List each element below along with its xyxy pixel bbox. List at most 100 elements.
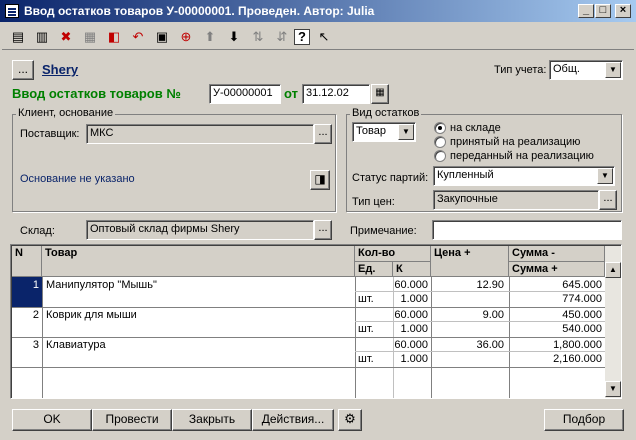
row-k[interactable]: 1.000 [393,352,431,366]
help-icon[interactable]: ? [294,29,310,45]
client-group-title: Клиент, основание [16,107,116,119]
window-title: Ввод остатков товаров У-00000001. Провед… [24,4,375,18]
status-dropdown-icon[interactable]: ▼ [597,168,613,184]
items-table[interactable]: N Товар Кол-во Ед. К Цена + Сумма - Сумм… [10,244,622,399]
scroll-down-icon[interactable]: ▼ [605,381,621,397]
row-price[interactable]: 9.00 [431,308,507,322]
price-type-field[interactable]: Закупочные [433,190,599,210]
move-down-icon[interactable]: ⬇ [224,27,244,47]
row-unit[interactable]: шт. [355,292,393,306]
row-qty[interactable]: 60.000 [355,308,431,322]
radio-accepted[interactable] [434,136,446,148]
row-qty[interactable]: 60.000 [355,278,431,292]
select-firm-button[interactable]: ... [12,60,34,80]
delete-row-icon[interactable]: ✖ [56,27,76,47]
maximize-button[interactable]: □ [595,4,611,18]
undo-icon[interactable]: ↶ [128,27,148,47]
row-divider [12,367,605,368]
row-sum-plus[interactable]: 2,160.000 [509,352,605,366]
supplier-label: Поставщик: [20,128,80,140]
note-input[interactable] [432,220,622,240]
col-header-price[interactable]: Цена + [431,246,509,277]
new-row-icon[interactable]: ▤ [8,27,28,47]
sort-desc-icon[interactable]: ⇵ [272,27,292,47]
col-header-n[interactable]: N [12,246,42,277]
settings-icon[interactable]: ⚙ [338,409,362,431]
row-sum-minus[interactable]: 645.000 [509,278,605,292]
title-bar[interactable]: Ввод остатков товаров У-00000001. Провед… [0,0,636,22]
row-number: 3 [32,339,39,351]
col-header-sum-minus[interactable]: Сумма - [509,246,605,262]
col-header-qty[interactable]: Кол-во [355,246,431,262]
close-button[interactable]: × [615,4,631,18]
row-sum-plus[interactable]: 540.000 [509,322,605,336]
radio-on-stock-label: на складе [450,122,501,134]
row-unit[interactable]: шт. [355,352,393,366]
context-help-icon[interactable]: ↖ [314,27,334,47]
move-up-icon[interactable]: ⬆ [200,27,220,47]
row-price[interactable]: 36.00 [431,338,507,352]
row-price[interactable]: 12.90 [431,278,507,292]
toolbar: ▤ ▥ ✖ ▦ ◧ ↶ ▣ ⊕ ⬆ ⬇ ⇅ ⇵ ? ↖ [2,24,634,50]
row-qty[interactable]: 60.000 [355,338,431,352]
warehouse-field[interactable]: Оптовый склад фирмы Shery [86,220,314,240]
minimize-button[interactable]: _ [578,4,594,18]
sort-asc-icon[interactable]: ⇅ [248,27,268,47]
row-number: 2 [32,309,39,321]
post-button[interactable]: Провести [92,409,172,431]
note-label: Примечание: [350,225,417,237]
row-k[interactable]: 1.000 [393,292,431,306]
supplier-select-button[interactable]: ... [314,124,332,144]
document-icon [5,4,19,18]
row-sum-plus[interactable]: 774.000 [509,292,605,306]
mark-icon[interactable]: ⊕ [176,27,196,47]
radio-transferred[interactable] [434,150,446,162]
warehouse-select-button[interactable]: ... [314,220,332,240]
row-unit[interactable]: шт. [355,322,393,336]
scroll-up-icon[interactable]: ▲ [605,262,621,278]
group-icon[interactable]: ▣ [152,27,172,47]
table-row-item[interactable]: Клавиатура [43,338,353,352]
date-label: от [284,86,298,101]
row-sum-minus[interactable]: 450.000 [509,308,605,322]
tip-ucheta-label: Тип учета: [494,64,547,76]
vid-group-title: Вид остатков [350,107,422,119]
date-field[interactable]: 31.12.02 [302,84,370,104]
row-number: 1 [32,279,39,291]
basis-link[interactable]: Основание не указано [20,173,135,185]
price-type-select-button[interactable]: ... [599,190,617,210]
copy-row-icon[interactable]: ▥ [32,27,52,47]
row-subdivider [355,321,605,322]
doc-number-field[interactable]: У-00000001 [209,84,281,104]
ok-button[interactable]: OK [12,409,92,431]
selection-button[interactable]: Подбор [544,409,624,431]
calendar-icon[interactable]: ▦ [371,84,389,104]
actions-button[interactable]: Действия... [252,409,334,431]
table-row-item[interactable]: Коврик для мыши [43,308,353,322]
row-k[interactable]: 1.000 [393,322,431,336]
radio-transferred-label: переданный на реализацию [450,150,594,162]
warehouse-label: Склад: [20,225,55,237]
radio-on-stock[interactable] [434,122,446,134]
table-row-item[interactable]: Манипулятор "Мышь" [43,278,353,292]
tip-ucheta-value: Общ. [553,63,580,75]
row-sum-minus[interactable]: 1,800.000 [509,338,605,352]
row-subdivider [355,351,605,352]
status-value: Купленный [437,169,494,181]
col-header-item[interactable]: Товар [42,246,355,277]
col-header-unit[interactable]: Ед. [355,262,393,277]
kind-value: Товар [356,125,386,137]
col-header-sum-plus[interactable]: Сумма + [509,262,605,277]
kind-dropdown-icon[interactable]: ▼ [398,124,414,140]
basis-document-icon[interactable]: ◨ [310,170,330,190]
radio-accepted-label: принятый на реализацию [450,136,581,148]
price-type-label: Тип цен: [352,196,395,208]
mark-delete-icon[interactable]: ◧ [104,27,124,47]
status-select[interactable]: Купленный [433,166,615,186]
supplier-field[interactable]: МКС [86,124,314,144]
firm-link[interactable]: Shery [42,62,78,77]
tip-ucheta-dropdown-icon[interactable]: ▼ [605,62,621,78]
edit-row-icon[interactable]: ▦ [80,27,100,47]
close-form-button[interactable]: Закрыть [172,409,252,431]
col-header-k[interactable]: К [393,262,431,277]
